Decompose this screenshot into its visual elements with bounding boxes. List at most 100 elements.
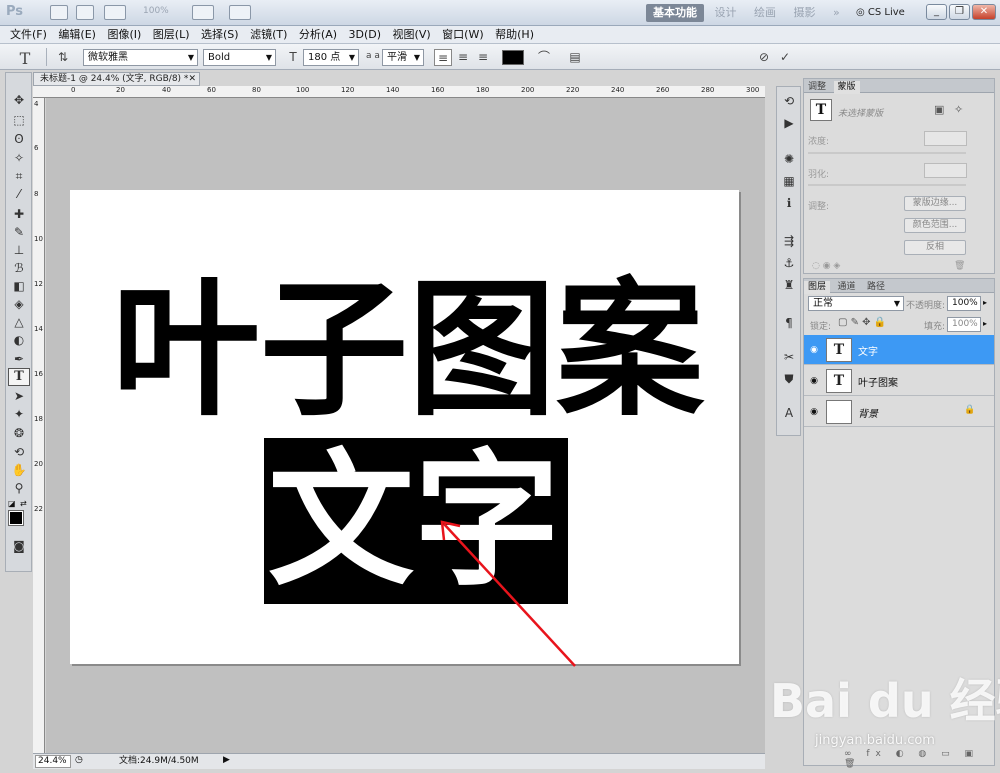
- align-right-icon[interactable]: ≡: [474, 49, 492, 66]
- font-family-select[interactable]: 微软雅黑 ▼: [83, 49, 198, 66]
- density-slider[interactable]: [808, 152, 966, 154]
- feather-slider[interactable]: [808, 184, 966, 186]
- paint-bucket-icon[interactable]: ◈: [8, 295, 30, 313]
- status-icon[interactable]: ◷: [75, 755, 83, 765]
- dodge-tool-icon[interactable]: ◐: [8, 331, 30, 349]
- menu-file[interactable]: 文件(F): [6, 26, 51, 44]
- fill-field[interactable]: 100%: [947, 317, 981, 332]
- view-extras-icon[interactable]: [104, 5, 126, 20]
- close-button[interactable]: ✕: [972, 4, 996, 20]
- minimize-button[interactable]: _: [926, 4, 947, 20]
- eye-icon[interactable]: ◉: [808, 375, 820, 387]
- tab-paths[interactable]: 路径: [863, 281, 889, 294]
- tab-layers[interactable]: 图层: [804, 281, 831, 294]
- opacity-field[interactable]: 100%: [947, 296, 981, 311]
- fill-arrow-icon[interactable]: ▸: [983, 319, 987, 328]
- default-colors-icon[interactable]: ◪: [8, 499, 16, 508]
- layer-row[interactable]: ◉ 背景 🔒: [804, 397, 994, 427]
- layer-footer-icons[interactable]: ∞ fx ◐ ◍ ▭ ▣ 🗑: [844, 749, 994, 769]
- screen-mode-icon[interactable]: [229, 5, 251, 20]
- vector-mask-icon[interactable]: ✧: [954, 103, 963, 116]
- quick-select-tool-icon[interactable]: ✧: [8, 149, 30, 167]
- styles-panel-icon[interactable]: ⛊: [780, 371, 798, 387]
- quick-mask-icon[interactable]: ◙: [8, 537, 30, 555]
- healing-brush-icon[interactable]: ✚: [8, 205, 30, 223]
- restore-button[interactable]: ❐: [949, 4, 970, 20]
- color-range-button[interactable]: 颜色范围...: [904, 218, 966, 233]
- bridge-icon[interactable]: [50, 5, 68, 20]
- move-tool-icon[interactable]: ✥: [8, 91, 30, 109]
- invert-button[interactable]: 反相: [904, 240, 966, 255]
- font-size-select[interactable]: 180 点 ▼: [303, 49, 359, 66]
- history-panel-icon[interactable]: ⟲: [780, 93, 798, 109]
- menu-select[interactable]: 选择(S): [197, 26, 243, 44]
- menu-edit[interactable]: 编辑(E): [54, 26, 100, 44]
- menu-analysis[interactable]: 分析(A): [295, 26, 341, 44]
- opacity-arrow-icon[interactable]: ▸: [983, 298, 987, 307]
- blur-tool-icon[interactable]: △: [8, 313, 30, 331]
- cancel-edit-icon[interactable]: ⊘: [755, 49, 773, 66]
- tab-adjustments[interactable]: 调整: [804, 81, 830, 94]
- density-field[interactable]: [924, 131, 967, 146]
- crop-tool-icon[interactable]: ⌗: [8, 167, 30, 185]
- text-color-swatch[interactable]: [502, 50, 524, 65]
- align-center-icon[interactable]: ≡: [454, 49, 472, 66]
- 3d-rotate-icon[interactable]: ❂: [8, 424, 30, 442]
- headline-text-layer[interactable]: 叶子图案: [112, 270, 722, 430]
- 3d-orbit-icon[interactable]: ⟲: [8, 443, 30, 461]
- menu-help[interactable]: 帮助(H): [491, 26, 538, 44]
- lock-icons[interactable]: ▢ ✎ ✥ 🔒: [838, 317, 886, 328]
- stamp-tool-icon[interactable]: ⊥: [8, 241, 30, 259]
- pixel-mask-icon[interactable]: ▣: [934, 103, 944, 116]
- swatches-panel-icon[interactable]: ▦: [780, 173, 798, 189]
- history-brush-icon[interactable]: ℬ: [8, 259, 30, 277]
- tool-presets-icon[interactable]: ♜: [780, 277, 798, 293]
- layer-row[interactable]: ◉ T 文字: [804, 335, 994, 365]
- workspace-photography[interactable]: 摄影: [787, 4, 823, 22]
- warp-text-icon[interactable]: ⌒: [535, 49, 553, 66]
- feather-field[interactable]: [924, 163, 967, 178]
- horizontal-ruler[interactable]: 0 20 40 60 80 100 120 140 160 180 200 22…: [33, 86, 765, 98]
- mini-bridge-icon[interactable]: [76, 5, 94, 20]
- workspace-essentials[interactable]: 基本功能: [646, 4, 704, 22]
- delete-mask-icon[interactable]: 🗑: [954, 261, 965, 271]
- blend-mode-select[interactable]: 正常 ▼: [808, 296, 904, 311]
- path-select-icon[interactable]: ➤: [8, 387, 30, 405]
- mask-footer-icons[interactable]: ◌ ◉ ◈: [812, 261, 840, 271]
- commit-edit-icon[interactable]: ✓: [776, 49, 794, 66]
- character-panel-icon[interactable]: ✂: [780, 349, 798, 365]
- brush-tool-icon[interactable]: ✎: [8, 223, 30, 241]
- info-panel-icon[interactable]: ℹ: [780, 195, 798, 211]
- marquee-tool-icon[interactable]: ⬚: [8, 111, 30, 129]
- cs-live-button[interactable]: ◎ CS Live: [856, 4, 905, 22]
- hand-tool-icon[interactable]: ✋: [8, 461, 30, 479]
- vertical-ruler[interactable]: 4 6 8 10 12 14 16 18 20 22: [33, 98, 45, 753]
- actions-panel-icon[interactable]: ▶: [780, 115, 798, 131]
- antialias-select[interactable]: 平滑 ▼: [382, 49, 424, 66]
- type-tool-icon[interactable]: T: [8, 368, 30, 386]
- paragraph-panel-icon[interactable]: ¶: [780, 315, 798, 331]
- lasso-tool-icon[interactable]: ʘ: [8, 130, 30, 148]
- color-panel-icon[interactable]: ✺: [780, 151, 798, 167]
- eye-icon[interactable]: ◉: [808, 406, 820, 418]
- workspace-painting[interactable]: 绘画: [747, 4, 783, 22]
- menu-filter[interactable]: 滤镜(T): [246, 26, 291, 44]
- clone-source-icon[interactable]: ⚓: [780, 255, 798, 271]
- menu-layer[interactable]: 图层(L): [149, 26, 194, 44]
- brush-preset-icon[interactable]: ⇶: [780, 233, 798, 249]
- character-panel-icon[interactable]: ▤: [566, 49, 584, 66]
- menu-3d[interactable]: 3D(D): [345, 26, 386, 44]
- layer-row[interactable]: ◉ T 叶子图案: [804, 366, 994, 396]
- zoom-preset[interactable]: 100%: [143, 6, 169, 16]
- shape-tool-icon[interactable]: ✦: [8, 405, 30, 423]
- foreground-color-swatch[interactable]: [8, 510, 24, 526]
- eyedropper-tool-icon[interactable]: ⁄: [8, 185, 30, 203]
- arrange-documents-icon[interactable]: [192, 5, 214, 20]
- tab-masks[interactable]: 蒙版: [833, 81, 860, 94]
- eraser-tool-icon[interactable]: ◧: [8, 277, 30, 295]
- tab-channels[interactable]: 通道: [834, 281, 860, 294]
- text-panel-icon[interactable]: A: [780, 405, 798, 421]
- swap-colors-icon[interactable]: ⇄: [20, 499, 27, 508]
- font-style-select[interactable]: Bold ▼: [203, 49, 276, 66]
- status-menu-arrow-icon[interactable]: ▶: [223, 755, 230, 765]
